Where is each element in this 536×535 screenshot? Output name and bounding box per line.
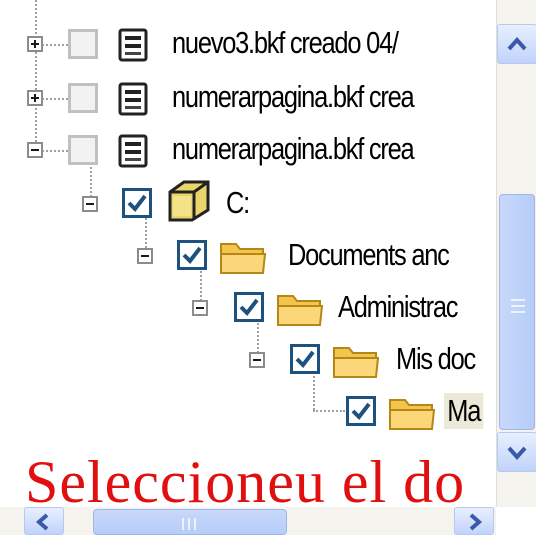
tree-item[interactable]: Administrac [0,286,496,330]
expand-toggle[interactable] [27,36,43,52]
tree-item-label: numerarpagina.bkf crea [172,131,415,166]
collapse-toggle[interactable] [27,142,43,158]
collapse-toggle[interactable] [137,248,153,264]
expand-toggle[interactable] [27,90,43,106]
backup-file-icon [118,134,148,168]
item-checkbox[interactable] [68,135,98,165]
collapse-toggle[interactable] [82,196,98,212]
item-checkbox[interactable] [234,292,264,322]
item-checkbox[interactable] [290,344,320,374]
backup-file-icon [118,82,148,116]
tree-item-label: nuevo3.bkf creado 04/ [172,25,399,60]
tree-item[interactable]: numerarpagina.bkf crea [0,76,496,120]
folder-icon [220,243,267,274]
tree-item-label: C: [226,185,250,220]
scroll-down-button[interactable] [497,432,536,472]
tree-item-label: Administrac [338,289,458,324]
item-checkbox[interactable] [122,188,152,218]
tree-item-label: Mis doc [396,341,476,376]
tree-item[interactable]: Mis doc [0,338,496,382]
collapse-toggle[interactable] [192,300,208,316]
tree-item-label: numerarpagina.bkf crea [172,79,415,114]
tree-item-label: Ma [444,393,484,429]
item-checkbox[interactable] [177,240,207,270]
backup-tree-panel: nuevo3.bkf creado 04/ numerarpagina.bkf … [0,0,536,535]
tree-item[interactable]: nuevo3.bkf creado 04/ [0,22,496,66]
chevron-up-icon [507,36,527,51]
chevron-down-icon [507,446,527,461]
tree-item[interactable]: C: [0,180,496,226]
tree-item[interactable]: Ma [0,390,496,434]
vertical-scroll-thumb[interactable] [499,194,535,430]
vertical-scrollbar[interactable] [496,0,536,507]
tree-item[interactable]: numerarpagina.bkf crea [0,128,496,172]
scroll-up-button[interactable] [497,24,536,64]
overlay-caption: Seleccioneu el do [25,449,466,515]
file-tree: nuevo3.bkf creado 04/ numerarpagina.bkf … [0,0,496,507]
item-checkbox[interactable] [68,29,98,59]
folder-icon [333,347,380,378]
backup-file-icon [118,28,148,62]
tree-item-label: Documents anc [288,237,450,272]
item-checkbox[interactable] [68,83,98,113]
item-checkbox[interactable] [346,396,376,426]
collapse-toggle[interactable] [249,352,265,368]
folder-icon [389,399,436,430]
folder-icon [277,295,324,326]
drive-folder-icon [168,180,210,222]
tree-item[interactable]: Documents anc [0,234,496,278]
